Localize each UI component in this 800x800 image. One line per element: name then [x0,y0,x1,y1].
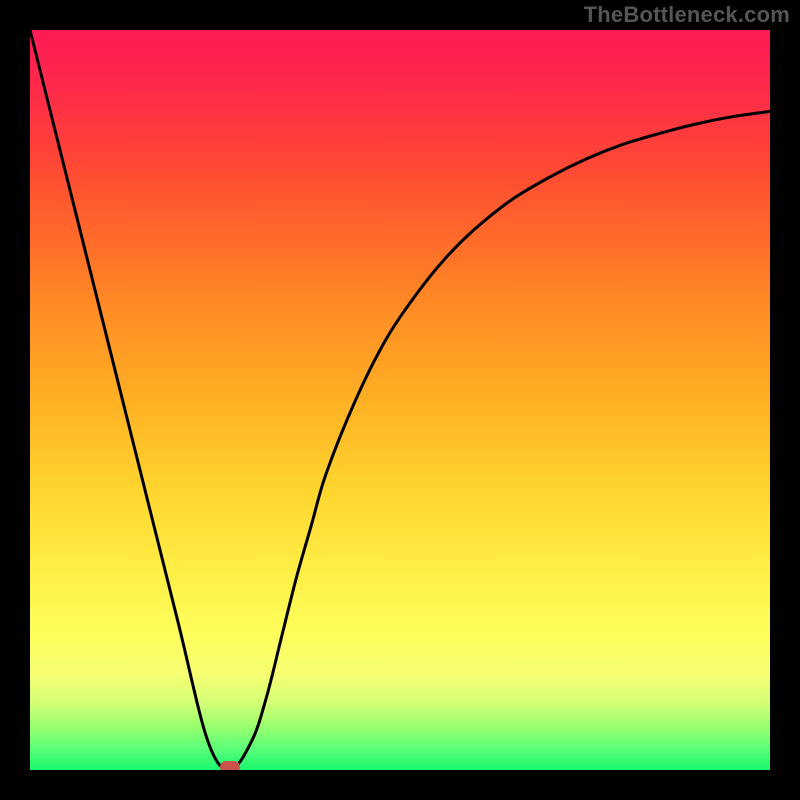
watermark-text: TheBottleneck.com [584,2,790,28]
curve-svg [30,30,770,770]
plot-area [30,30,770,770]
optimum-marker [220,761,240,770]
chart-frame: TheBottleneck.com [0,0,800,800]
bottleneck-curve-path [30,30,770,770]
